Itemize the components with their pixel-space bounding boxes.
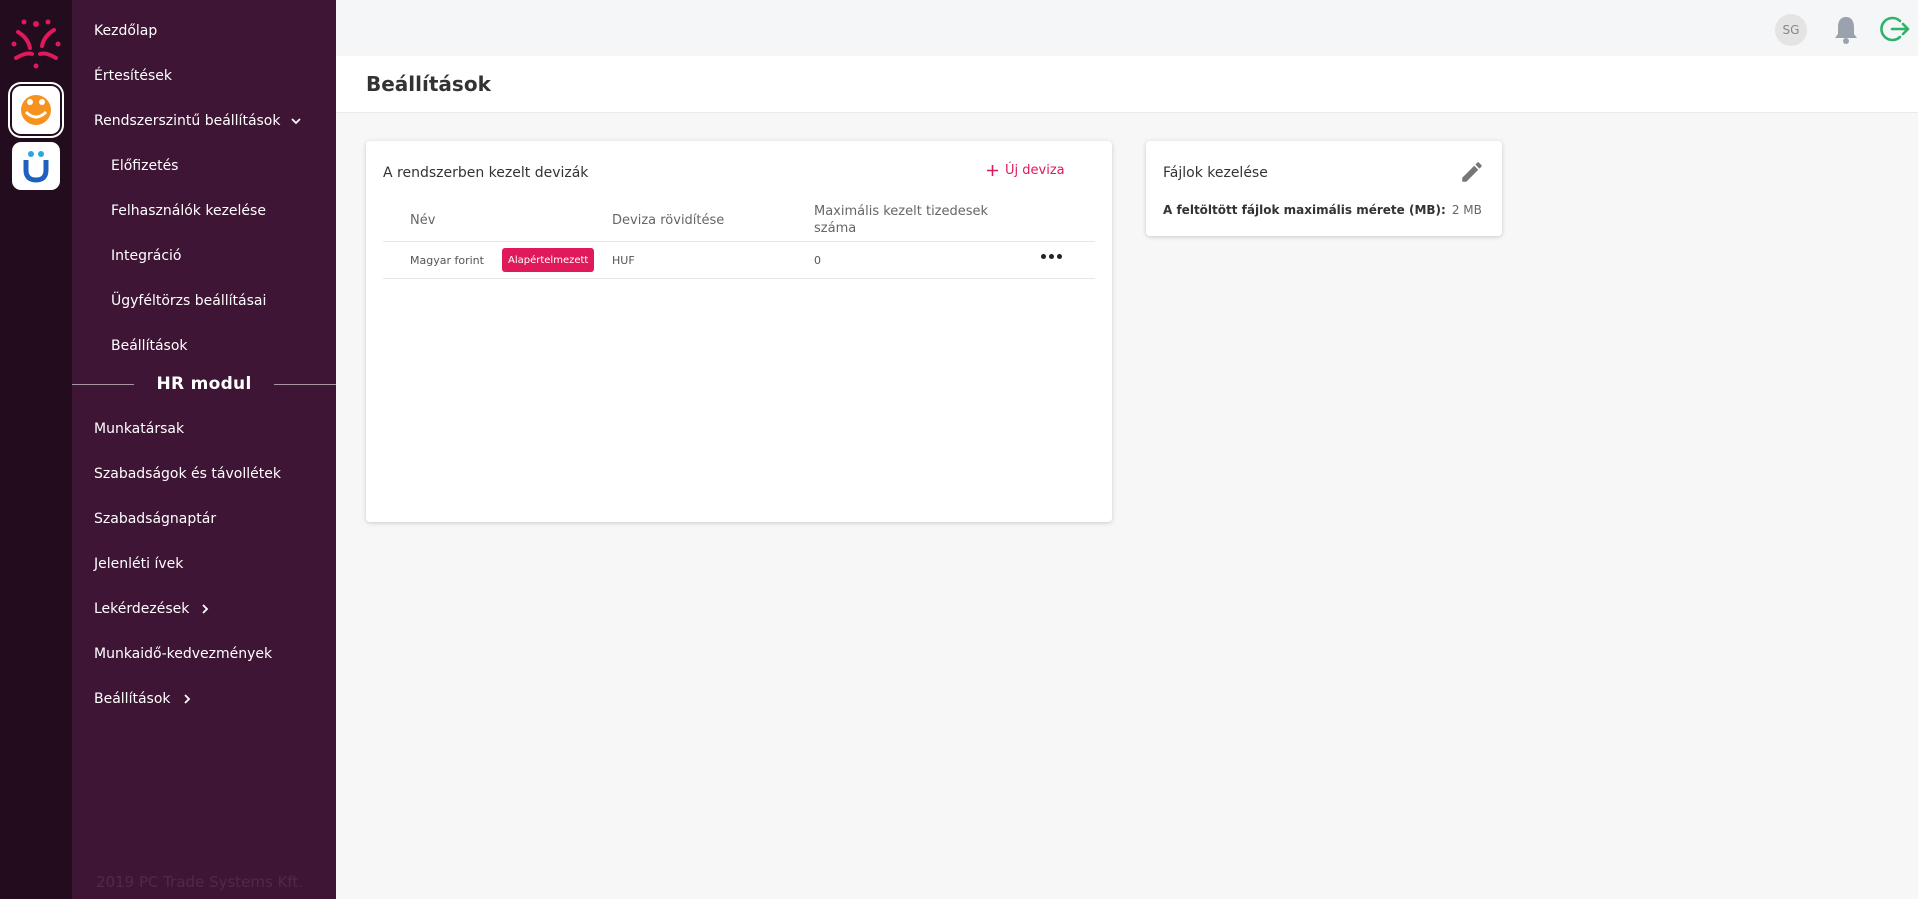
new-currency-label: Új deviza	[1005, 163, 1065, 178]
sidebar-item-munkatarsak[interactable]: Munkatársak	[94, 421, 184, 437]
plus-icon	[987, 165, 998, 176]
max-file-size: A feltöltött fájlok maximális mérete (MB…	[1163, 203, 1482, 217]
sidebar-item-label: Beállítások	[111, 338, 188, 354]
table-header-divider	[383, 241, 1095, 242]
currency-name: Magyar forint	[410, 254, 484, 267]
sidebar-item-label: Előfizetés	[111, 158, 179, 174]
hr-module-divider: HR modul	[72, 372, 337, 396]
sidebar-item-label: Szabadságnaptár	[94, 511, 217, 527]
sidebar-item-label: Integráció	[111, 248, 182, 264]
copyright-text: 2019 PC Trade Systems Kft.	[96, 873, 304, 891]
topbar: SG	[336, 0, 1918, 56]
currency-decimals: 0	[814, 254, 821, 267]
section-label: HR modul	[156, 374, 252, 394]
sidebar-item-felhasznalok-kezelese[interactable]: Felhasználók kezelése	[111, 203, 266, 219]
page-header: Beállítások	[336, 56, 1918, 113]
sidebar-item-kezdolap[interactable]: Kezdőlap	[94, 23, 157, 39]
sidebar: Kezdőlap Értesítések Rendszerszintű beál…	[72, 0, 337, 899]
currency-card: A rendszerben kezelt devizák Új deviza N…	[366, 141, 1112, 522]
sidebar-item-label: Munkaidő-kedvezmények	[94, 646, 273, 662]
bell-icon[interactable]	[1832, 14, 1860, 44]
sidebar-item-elofizetes[interactable]: Előfizetés	[111, 158, 178, 174]
chevron-down-icon	[290, 115, 302, 127]
sidebar-item-integracio[interactable]: Integráció	[111, 248, 181, 264]
chevron-right-icon	[181, 693, 193, 705]
column-header-decimals: Maximális kezelt tizedesek száma	[814, 204, 989, 236]
sidebar-item-label: Kezdőlap	[94, 23, 158, 39]
table-row-divider	[383, 278, 1095, 279]
sidebar-item-jelenleti-ivek[interactable]: Jelenléti ívek	[94, 556, 183, 572]
row-actions-menu-icon[interactable]	[1041, 254, 1062, 259]
column-header-code: Deviza rövidítése	[612, 213, 725, 228]
sidebar-item-ugyfeltorzs-beallitasai[interactable]: Ügyféltörzs beállításai	[111, 293, 266, 309]
files-card: Fájlok kezelése A feltöltött fájlok maxi…	[1146, 141, 1502, 236]
pencil-icon[interactable]	[1459, 159, 1485, 185]
sidebar-item-label: Értesítések	[94, 68, 173, 84]
sidebar-item-szabadsagok[interactable]: Szabadságok és távollétek	[94, 466, 281, 482]
new-currency-button[interactable]: Új deviza	[986, 163, 1065, 178]
currency-code: HUF	[612, 254, 635, 267]
sidebar-item-label: Lekérdezések	[94, 601, 190, 617]
sidebar-item-ertesitesek[interactable]: Értesítések	[94, 68, 172, 84]
sidebar-item-label: Munkatársak	[94, 421, 185, 437]
sidebar-item-label: Beállítások	[94, 691, 171, 707]
sidebar-item-hr-beallitasok[interactable]: Beállítások	[94, 691, 193, 707]
sidebar-item-szabadsagnaptar[interactable]: Szabadságnaptár	[94, 511, 216, 527]
max-file-size-value: 2 MB	[1451, 203, 1482, 217]
sidebar-item-munkaido-kedvezmenyek[interactable]: Munkaidő-kedvezmények	[94, 646, 272, 662]
sidebar-item-lekerdezesek[interactable]: Lekérdezések	[94, 601, 211, 617]
logout-icon[interactable]	[1880, 14, 1910, 44]
crm-app-icon[interactable]	[12, 142, 60, 190]
sidebar-item-label: Rendszerszintű beállítások	[94, 113, 281, 129]
sidebar-item-label: Szabadságok és távollétek	[94, 466, 281, 482]
app-rail	[0, 0, 72, 899]
column-header-name: Név	[410, 213, 436, 228]
chevron-right-icon	[199, 603, 211, 615]
sidebar-item-beallitasok[interactable]: Beállítások	[111, 338, 188, 354]
default-badge: Alapértelmezett	[502, 248, 595, 272]
company-logo-icon	[11, 19, 61, 69]
avatar[interactable]: SG	[1775, 14, 1807, 46]
sidebar-item-rendszerszintu-beallitasok[interactable]: Rendszerszintű beállítások	[94, 113, 302, 129]
files-card-title: Fájlok kezelése	[1163, 165, 1268, 181]
max-file-size-label: A feltöltött fájlok maximális mérete (MB…	[1163, 203, 1446, 217]
sidebar-item-label: Felhasználók kezelése	[111, 203, 266, 219]
page-title: Beállítások	[366, 72, 491, 96]
currency-card-title: A rendszerben kezelt devizák	[383, 165, 589, 181]
sidebar-item-label: Ügyféltörzs beállításai	[111, 293, 267, 309]
hr-app-icon[interactable]	[12, 86, 60, 134]
sidebar-item-label: Jelenléti ívek	[94, 556, 184, 572]
